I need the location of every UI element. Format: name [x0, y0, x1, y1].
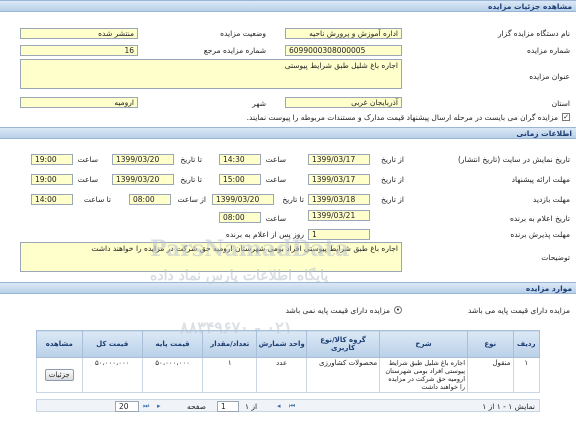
offer-to-time-label: ساعت: [77, 175, 98, 184]
cell-view: جزئیات: [36, 357, 83, 393]
pager-summary: نمایش ۱ - ۱ از ۱: [482, 402, 535, 411]
col-total: قیمت کل: [81, 330, 143, 358]
publish-to-label: تا تاریخ: [180, 155, 202, 164]
ref-no-field[interactable]: 16: [20, 45, 138, 56]
city-label: شهر: [252, 99, 266, 108]
accept-label: مهلت پذیرش برنده: [510, 230, 570, 239]
auction-no-field[interactable]: 6099000308000005: [285, 45, 402, 56]
offer-label: مهلت ارائه پیشنهاد: [511, 175, 570, 184]
cell-unit: عدد: [256, 357, 308, 393]
attachments-checkbox[interactable]: ✓: [562, 113, 570, 121]
visit-label: مهلت بازدید: [532, 195, 570, 204]
winner-time-field[interactable]: 08:00: [219, 212, 261, 223]
cell-desc: اجاره باغ شلیل طبق شرایط پیوستی افراد بو…: [379, 357, 468, 393]
section-title: مشاهده جزئیات مزایده: [487, 2, 572, 11]
publish-from-label: از تاریخ: [380, 155, 404, 164]
pager-of: از ۱: [245, 402, 258, 411]
pager-last-icon[interactable]: ⏮: [289, 402, 295, 411]
cell-type: منقول: [467, 357, 514, 393]
col-unit: واحد شمارش: [256, 330, 308, 358]
base-price-label: مزایده دارای قیمت پایه می باشد: [467, 306, 570, 315]
publish-from-time-label: ساعت: [265, 155, 286, 164]
offer-to-label: تا تاریخ: [180, 175, 202, 184]
desc-field[interactable]: اجاره باغ طبق شرایط پیوستی افراد بومی شه…: [20, 242, 402, 272]
visit-from-time-label: از ساعت: [177, 195, 207, 204]
pager-first-icon[interactable]: ⏭: [143, 402, 149, 411]
details-button[interactable]: جزئیات: [44, 369, 74, 381]
col-base: قیمت پایه: [141, 330, 204, 358]
section-header-timing: اطلاعات زمانی: [0, 127, 576, 139]
accept-days-field[interactable]: 1: [308, 229, 370, 240]
org-field[interactable]: اداره آموزش و پرورش ناحیه: [285, 28, 402, 39]
offer-from-time-label: ساعت: [265, 175, 286, 184]
title-field[interactable]: اجاره باغ شلیل طبق شرایط پیوستی: [20, 59, 402, 89]
offer-to-date[interactable]: 1399/03/20: [112, 174, 174, 185]
visit-to-label: تا تاریخ: [282, 195, 304, 204]
visit-to-date[interactable]: 1399/03/20: [212, 194, 274, 205]
offer-from-label: از تاریخ: [380, 175, 404, 184]
pager-next-icon[interactable]: ◂: [277, 402, 281, 410]
cell-row: ۱: [512, 357, 541, 393]
cell-qty: ۱: [202, 357, 258, 393]
table-row: ۱ منقول اجاره باغ شلیل طبق شرایط پیوستی …: [36, 357, 541, 393]
winner-time-label: ساعت: [265, 214, 286, 223]
pager-prev-icon[interactable]: ▸: [157, 402, 161, 410]
publish-to-date[interactable]: 1399/03/20: [112, 154, 174, 165]
visit-from-label: از تاریخ: [380, 195, 404, 204]
auction-no-label: شماره مزایده: [526, 46, 570, 55]
pager-size-select[interactable]: 20: [115, 401, 139, 412]
visit-from-date[interactable]: 1399/03/18: [308, 194, 370, 205]
col-view: مشاهده: [36, 330, 83, 358]
pager-page-input[interactable]: 1: [217, 401, 239, 412]
province-field[interactable]: آذربایجان غربی: [285, 97, 402, 108]
province-label: استان: [551, 99, 570, 108]
cell-base: ۵۰،۰۰۰،۰۰۰: [141, 357, 204, 393]
publish-label: تاریخ نمایش در سایت (تاریخ انتشار): [458, 155, 570, 164]
publish-to-time[interactable]: 19:00: [31, 154, 73, 165]
col-row: ردیف: [512, 330, 541, 358]
publish-from-time[interactable]: 14:30: [219, 154, 261, 165]
ref-no-label: شماره مزایده مرجع: [203, 46, 266, 55]
col-qty: تعداد/مقدار: [202, 330, 258, 358]
col-group: گروه کالا/نوع کاربری: [306, 330, 381, 358]
visit-to-time-label: تا ساعت: [83, 195, 111, 204]
visit-from-time[interactable]: 08:00: [129, 194, 171, 205]
title-label: عنوان مزایده: [529, 72, 570, 81]
cell-group: محصولات کشاورزی: [306, 357, 381, 393]
winner-date-label: تاریخ اعلام به برنده: [509, 214, 570, 223]
items-table: ردیف نوع شرح گروه کالا/نوع کاربری واحد ش…: [36, 330, 541, 393]
status-field[interactable]: منتشر شده: [20, 28, 138, 39]
section-title: اطلاعات زمانی: [516, 129, 572, 138]
offer-to-time[interactable]: 19:00: [31, 174, 73, 185]
status-label: وضعیت مزایده: [220, 29, 266, 38]
col-desc: شرح: [379, 330, 468, 358]
base-price-radio[interactable]: •: [394, 306, 402, 314]
col-type: نوع: [467, 330, 514, 358]
publish-from-date[interactable]: 1399/03/17: [308, 154, 370, 165]
org-label: نام دستگاه مزایده گزار: [497, 29, 570, 38]
visit-to-time[interactable]: 14:00: [31, 194, 73, 205]
desc-label: توضیحات: [541, 253, 570, 262]
section-title: موارد مزایده: [525, 284, 572, 293]
winner-date-field[interactable]: 1399/03/21: [308, 210, 370, 221]
offer-from-time[interactable]: 15:00: [219, 174, 261, 185]
city-field[interactable]: ارومیه: [20, 97, 138, 108]
accept-suffix: روز پس از اعلام به برنده: [225, 230, 304, 239]
pager-page-label: صفحه: [187, 402, 207, 411]
base-price-radio-text: مزایده دارای قیمت پایه نمی باشد: [285, 306, 390, 315]
section-header-items: موارد مزایده: [0, 282, 576, 294]
pager: نمایش ۱ - ۱ از ۱ صفحه 1 از ۱ ◂ ⏮ ▸ ⏭ 20: [36, 399, 540, 412]
cell-total: ۵۰،۰۰۰،۰۰۰: [81, 357, 143, 393]
offer-from-date[interactable]: 1399/03/17: [308, 174, 370, 185]
section-header-details: مشاهده جزئیات مزایده: [0, 0, 576, 12]
publish-to-time-label: ساعت: [77, 155, 98, 164]
attachments-checkbox-label: مزایده گران می بایست در مرحله ارسال پیشن…: [246, 113, 558, 122]
